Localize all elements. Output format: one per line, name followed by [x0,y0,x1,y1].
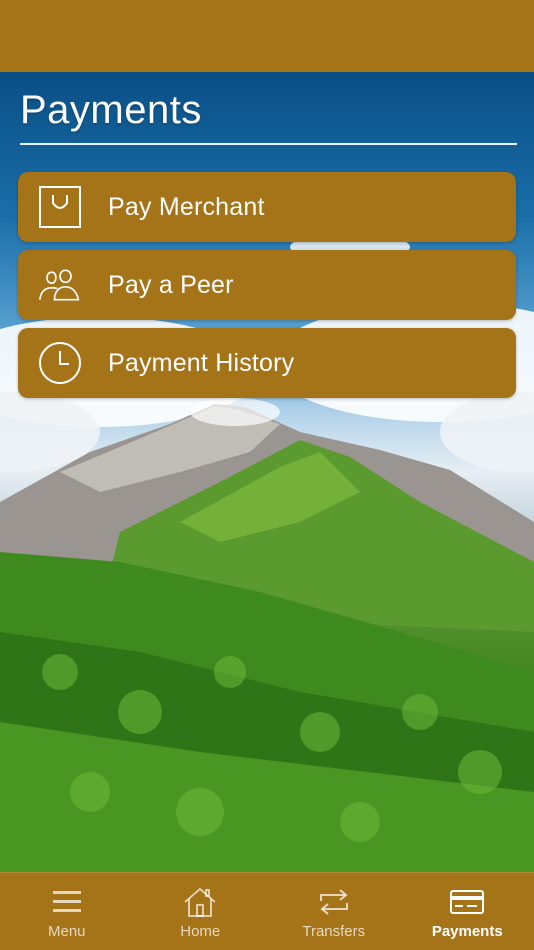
tab-payments-label: Payments [431,923,503,940]
hamburger-icon [49,885,85,919]
tab-home[interactable]: Home [134,873,268,950]
tab-bar: Menu Home Transfers Payments [0,872,534,950]
people-icon [38,263,82,307]
tab-home-label: Home [180,923,221,940]
home-icon [182,885,218,919]
tab-menu-label: Menu [47,923,86,940]
tab-transfers-label: Transfers [302,923,366,940]
pay-a-peer-label: Pay a Peer [108,270,234,299]
status-bar [0,0,534,72]
page-title: Payments [20,88,202,132]
tab-menu[interactable]: Menu [0,873,134,950]
payment-history-button[interactable]: Payment History [18,328,516,398]
credit-card-icon [449,885,485,919]
pay-merchant-label: Pay Merchant [108,192,265,221]
shopping-bag-icon [38,185,82,229]
tab-payments[interactable]: Payments [401,873,534,950]
clock-icon [38,341,82,385]
tab-transfers[interactable]: Transfers [267,873,401,950]
page-header: Payments [20,86,517,145]
pay-merchant-button[interactable]: Pay Merchant [18,172,516,242]
title-divider [20,143,517,145]
transfer-arrows-icon [316,885,352,919]
payments-menu: Pay Merchant Pay a Peer Payment History [18,172,516,406]
pay-a-peer-button[interactable]: Pay a Peer [18,250,516,320]
payment-history-label: Payment History [108,348,295,377]
